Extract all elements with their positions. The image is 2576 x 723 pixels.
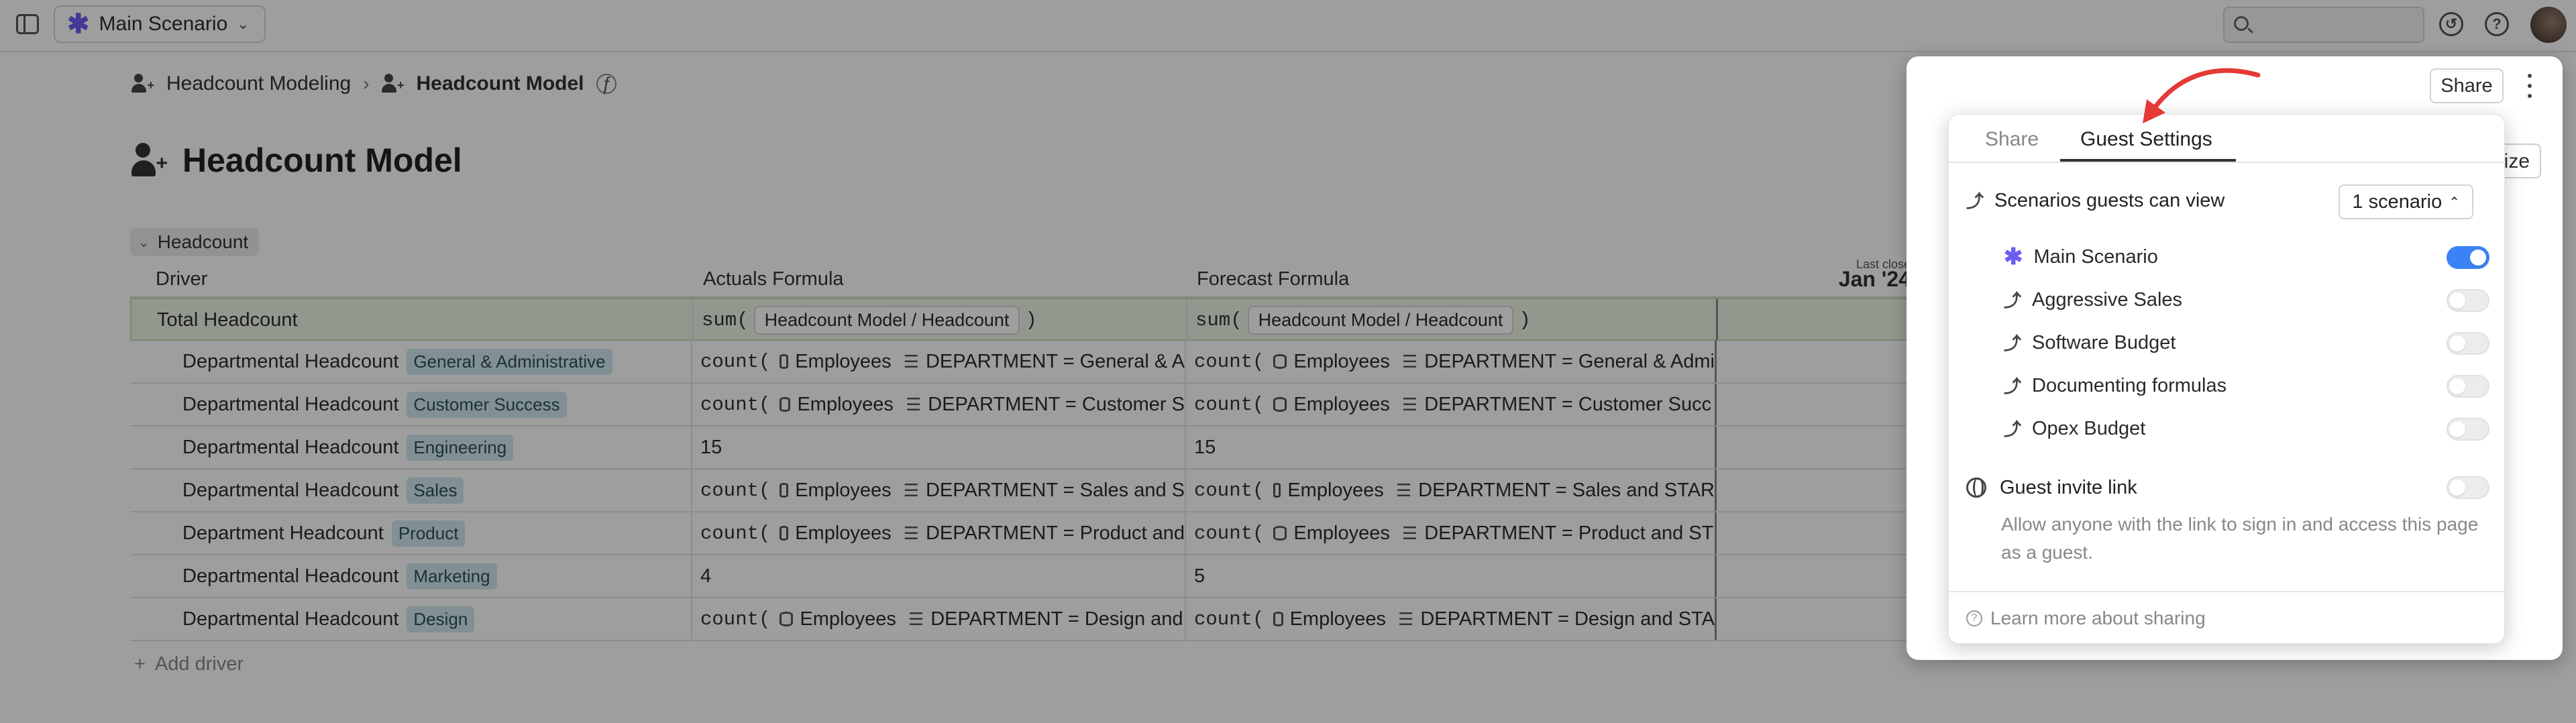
scenario-count-dropdown[interactable]: 1 scenario ⌃ xyxy=(2339,184,2473,219)
share-button[interactable]: Share xyxy=(2430,68,2504,103)
branch-icon xyxy=(2004,373,2021,398)
scenario-name: Aggressive Sales xyxy=(2032,288,2183,311)
branch-icon xyxy=(2004,416,2021,441)
asterisk-icon: ✱ xyxy=(2004,244,2023,270)
tab-share[interactable]: Share xyxy=(1985,128,2039,151)
annotation-arrow-icon xyxy=(2143,68,2261,123)
help-circle-icon: ? xyxy=(1966,610,1982,626)
scenario-item-aggressive-sales: Aggressive Sales xyxy=(2004,278,2489,321)
scenario-toggle-main[interactable] xyxy=(2447,246,2489,269)
scenario-item-opex-budget: Opex Budget xyxy=(2004,407,2489,450)
active-tab-indicator xyxy=(2060,159,2236,162)
scenario-count-label: 1 scenario xyxy=(2352,190,2443,213)
scenario-toggle-opex-budget[interactable] xyxy=(2447,418,2489,441)
guest-settings-card: Share Guest Settings Scenarios guests ca… xyxy=(1948,114,2506,645)
scenario-item-main: ✱ Main Scenario xyxy=(2004,235,2489,278)
guest-invite-label: Guest invite link xyxy=(2000,476,2137,498)
scenario-list: ✱ Main Scenario Aggressive Sales Softwar… xyxy=(2004,235,2489,450)
chevron-up-icon: ⌃ xyxy=(2449,194,2460,210)
scenario-toggle-aggressive-sales[interactable] xyxy=(2447,289,2489,312)
scenario-item-software-budget: Software Budget xyxy=(2004,321,2489,364)
scenario-name: Main Scenario xyxy=(2033,245,2158,268)
more-options-icon[interactable] xyxy=(2525,74,2534,98)
branch-icon xyxy=(2004,287,2021,312)
branch-icon xyxy=(2004,330,2021,355)
guest-invite-description: Allow anyone with the link to sign in an… xyxy=(2001,514,2479,563)
scenario-name: Documenting formulas xyxy=(2032,374,2227,396)
learn-more-label: Learn more about sharing xyxy=(1990,608,2206,628)
scenario-name: Software Budget xyxy=(2032,331,2176,353)
scenario-toggle-software-budget[interactable] xyxy=(2447,332,2489,355)
scenarios-label: Scenarios guests can view xyxy=(1994,189,2225,211)
scenario-item-documenting-formulas: Documenting formulas xyxy=(2004,364,2489,407)
scenarios-row: Scenarios guests can view 1 scenario ⌃ xyxy=(1966,182,2489,219)
scenario-name: Opex Budget xyxy=(2032,417,2146,439)
branch-icon xyxy=(1966,188,1984,213)
guest-invite-toggle[interactable] xyxy=(2447,476,2489,499)
guest-invite-link-row: Guest invite link xyxy=(1966,469,2489,506)
globe-icon xyxy=(1966,478,1986,498)
scenario-toggle-documenting-formulas[interactable] xyxy=(2447,375,2489,398)
tab-guest-settings[interactable]: Guest Settings xyxy=(2080,128,2212,151)
learn-more-link[interactable]: ? Learn more about sharing xyxy=(1949,591,2506,645)
